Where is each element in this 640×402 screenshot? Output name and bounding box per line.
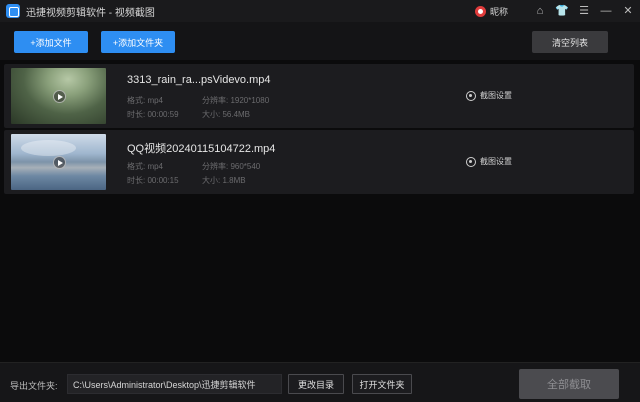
- add-file-button[interactable]: +添加文件: [14, 31, 88, 53]
- home-icon[interactable]: ⌂: [532, 3, 548, 19]
- menu-icon[interactable]: ☰: [576, 3, 592, 19]
- user-avatar-icon[interactable]: [474, 5, 486, 17]
- window-title: 迅捷视频剪辑软件 - 视频截图: [26, 7, 155, 19]
- file-name: 3313_rain_ra...psVidevo.mp4: [127, 74, 271, 86]
- video-thumbnail[interactable]: [11, 68, 106, 124]
- capture-all-button[interactable]: 全部截取: [519, 369, 619, 399]
- export-path-input[interactable]: [67, 374, 282, 394]
- screenshot-settings-button[interactable]: 截图设置: [466, 156, 512, 167]
- file-duration: 时长: 00:00:59: [127, 110, 179, 119]
- file-list: 3313_rain_ra...psVidevo.mp4 格式: mp4 分辨率:…: [0, 60, 640, 362]
- video-thumbnail[interactable]: [11, 134, 106, 190]
- gear-icon: [466, 90, 476, 101]
- file-name: QQ视频20240115104722.mp4: [127, 143, 276, 155]
- file-duration: 时长: 00:00:15: [127, 176, 179, 185]
- file-size: 大小: 1.8MB: [202, 176, 246, 185]
- play-icon[interactable]: [53, 156, 66, 169]
- add-folder-button[interactable]: +添加文件夹: [101, 31, 175, 53]
- file-row[interactable]: QQ视频20240115104722.mp4 格式: mp4 分辨率: 960*…: [4, 130, 634, 194]
- minimize-icon[interactable]: —: [598, 3, 614, 19]
- file-format: 格式: mp4: [127, 96, 164, 105]
- close-icon[interactable]: ✕: [620, 3, 636, 19]
- title-bar: 迅捷视频剪辑软件 - 视频截图 昵称 ⌂ 👕 ☰ — ✕: [0, 0, 640, 22]
- file-format: 格式: mp4: [127, 162, 164, 171]
- title-bar-controls: 昵称 ⌂ 👕 ☰ — ✕: [474, 0, 636, 22]
- user-name[interactable]: 昵称: [490, 5, 508, 18]
- file-size: 大小: 56.4MB: [202, 110, 251, 119]
- screenshot-settings-label: 截图设置: [480, 157, 512, 166]
- clear-list-button[interactable]: 清空列表: [532, 31, 608, 53]
- screenshot-settings-label: 截图设置: [480, 91, 512, 100]
- file-resolution: 分辨率: 960*540: [202, 162, 261, 171]
- gear-icon: [466, 156, 476, 167]
- app-logo-icon: [6, 4, 20, 18]
- file-resolution: 分辨率: 1920*1080: [202, 96, 270, 105]
- file-row[interactable]: 3313_rain_ra...psVidevo.mp4 格式: mp4 分辨率:…: [4, 64, 634, 128]
- export-folder-label: 导出文件夹:: [10, 381, 58, 391]
- change-directory-button[interactable]: 更改目录: [288, 374, 344, 394]
- open-folder-button[interactable]: 打开文件夹: [352, 374, 412, 394]
- footer-bar: 导出文件夹: 更改目录 打开文件夹 全部截取: [0, 362, 640, 402]
- play-icon[interactable]: [53, 90, 66, 103]
- toolbar: +添加文件 +添加文件夹 清空列表: [0, 22, 640, 60]
- screenshot-settings-button[interactable]: 截图设置: [466, 90, 512, 101]
- shirt-icon[interactable]: 👕: [554, 3, 570, 19]
